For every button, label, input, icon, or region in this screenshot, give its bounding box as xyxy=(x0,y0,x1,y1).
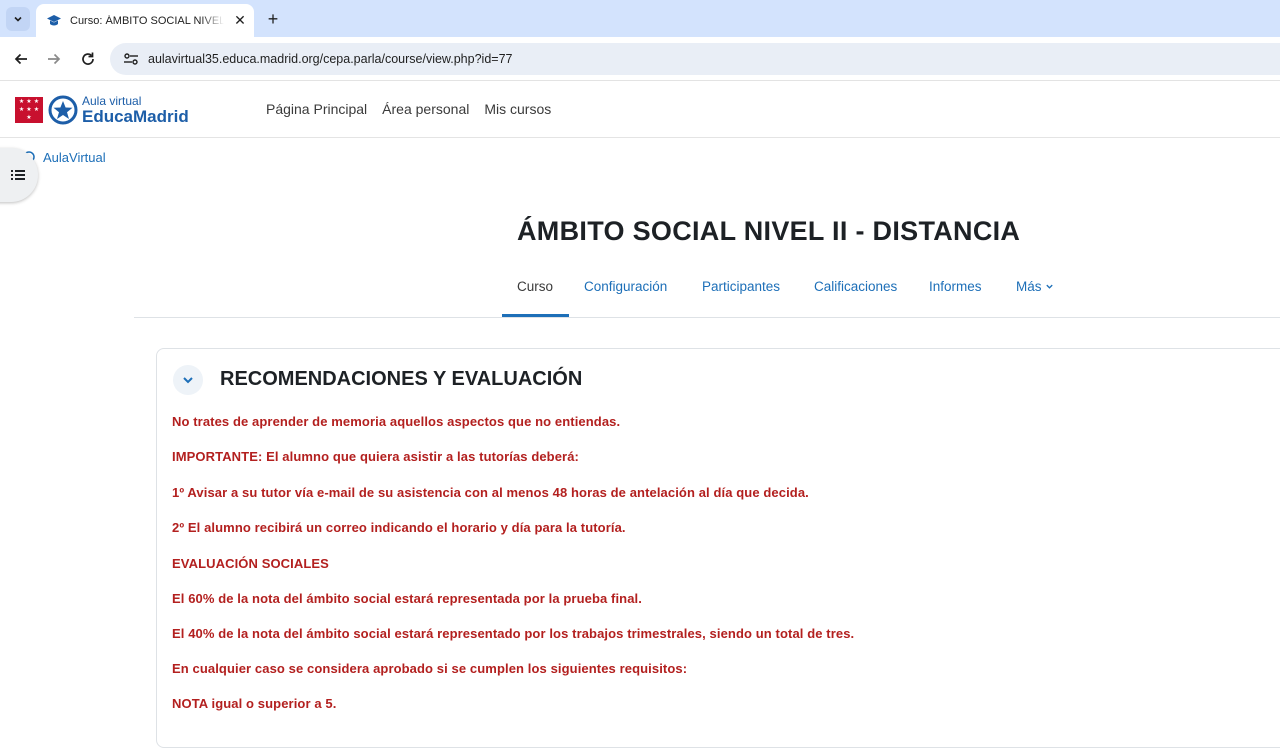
tab-more[interactable]: Más xyxy=(1016,279,1054,294)
section-paragraph: El 60% de la nota del ámbito social esta… xyxy=(172,591,642,606)
active-tab-indicator xyxy=(502,314,569,317)
browser-toolbar: aulavirtual35.educa.madrid.org/cepa.parl… xyxy=(0,37,1280,81)
list-icon xyxy=(11,170,25,180)
arrow-right-icon xyxy=(48,53,61,65)
breadcrumb-home[interactable]: AulaVirtual xyxy=(43,150,106,165)
section-paragraph: El 40% de la nota del ámbito social esta… xyxy=(172,626,855,641)
educamadrid-star-icon xyxy=(48,95,78,125)
section-paragraph: En cualquier caso se considera aprobado … xyxy=(172,661,688,676)
logo-subtitle: Aula virtual xyxy=(82,94,142,108)
educamadrid-logo[interactable]: ★ ★ ★ ★ ★ ★ ★ Aula virtual EducaMadrid xyxy=(15,95,189,125)
forward-button[interactable] xyxy=(43,48,65,70)
section-paragraph: IMPORTANTE: El alumno que quiera asistir… xyxy=(172,449,579,464)
graduation-cap-icon xyxy=(46,13,62,29)
browser-tab-active[interactable]: Curso: ÁMBITO SOCIAL NIVEL II - DISTANCI… xyxy=(36,4,254,37)
tab-participants[interactable]: Participantes xyxy=(702,279,780,294)
back-button[interactable] xyxy=(10,48,32,70)
tab-title: Curso: ÁMBITO SOCIAL NIVEL II - DISTANCI… xyxy=(70,14,224,27)
section-paragraph: No trates de aprender de memoria aquello… xyxy=(172,414,621,429)
course-section-card xyxy=(156,348,1280,748)
nav-home[interactable]: Página Principal xyxy=(266,101,367,117)
tab-course[interactable]: Curso xyxy=(517,279,553,294)
new-tab-button[interactable]: + xyxy=(262,8,284,30)
section-paragraph: NOTA igual o superior a 5. xyxy=(172,696,337,711)
site-header: ★ ★ ★ ★ ★ ★ ★ Aula virtual EducaMadrid Página … xyxy=(0,82,1280,138)
chevron-down-icon xyxy=(183,377,193,384)
madrid-flag-icon: ★ ★ ★ ★ ★ ★ ★ xyxy=(15,97,43,123)
browser-tab-bar: Curso: ÁMBITO SOCIAL NIVEL II - DISTANCI… xyxy=(0,0,1280,37)
course-title: ÁMBITO SOCIAL NIVEL II - DISTANCIA xyxy=(517,216,1021,246)
tab-settings[interactable]: Configuración xyxy=(584,279,667,294)
site-settings-icon[interactable] xyxy=(122,50,140,68)
section-paragraph: 2º El alumno recibirá un correo indicand… xyxy=(172,520,626,535)
nav-dashboard[interactable]: Área personal xyxy=(382,101,469,117)
section-paragraph: 1º Avisar a su tutor vía e-mail de su as… xyxy=(172,485,809,500)
chevron-down-icon xyxy=(14,16,22,22)
tab-more-label: Más xyxy=(1016,279,1042,294)
nav-my-courses[interactable]: Mis cursos xyxy=(484,101,551,117)
section-title: RECOMENDACIONES Y EVALUACIÓN xyxy=(220,368,583,390)
address-bar[interactable]: aulavirtual35.educa.madrid.org/cepa.parl… xyxy=(110,43,1280,75)
arrow-left-icon xyxy=(14,53,27,65)
section-paragraph: EVALUACIÓN SOCIALES xyxy=(172,556,329,571)
course-secondary-nav: Curso Configuración Participantes Califi… xyxy=(134,268,1280,318)
chevron-down-icon xyxy=(1046,284,1053,289)
reload-button[interactable] xyxy=(77,48,99,70)
logo-title: EducaMadrid xyxy=(82,107,189,126)
url-text: aulavirtual35.educa.madrid.org/cepa.parl… xyxy=(148,52,513,66)
tab-grades[interactable]: Calificaciones xyxy=(814,279,897,294)
section-collapse-button[interactable] xyxy=(173,365,203,395)
primary-navigation: Página Principal Área personal Mis curso… xyxy=(266,101,551,117)
tab-search-button[interactable] xyxy=(6,7,30,31)
tab-reports[interactable]: Informes xyxy=(929,279,982,294)
close-icon[interactable]: ✕ xyxy=(232,12,248,28)
reload-icon xyxy=(82,52,94,65)
